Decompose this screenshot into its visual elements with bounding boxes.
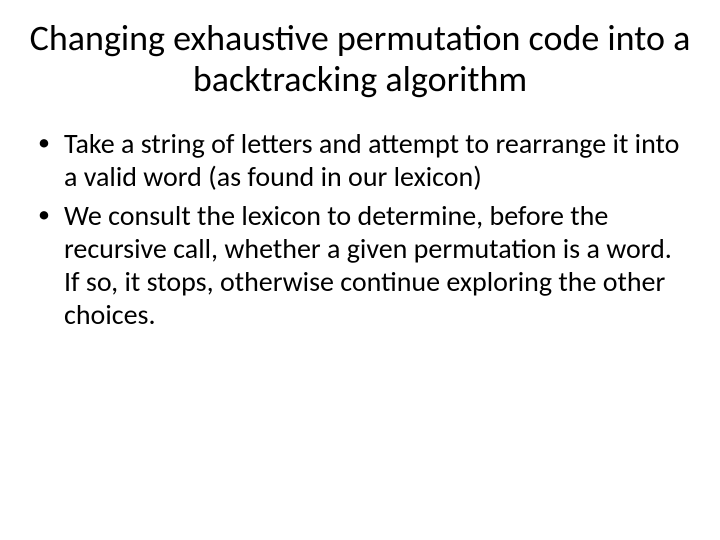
slide-title: Changing exhaustive permutation code int…: [28, 18, 692, 101]
list-item: Take a string of letters and attempt to …: [36, 127, 688, 193]
bullet-list: Take a string of letters and attempt to …: [28, 127, 692, 331]
slide: Changing exhaustive permutation code int…: [0, 0, 720, 540]
list-item: We consult the lexicon to determine, bef…: [36, 199, 688, 331]
